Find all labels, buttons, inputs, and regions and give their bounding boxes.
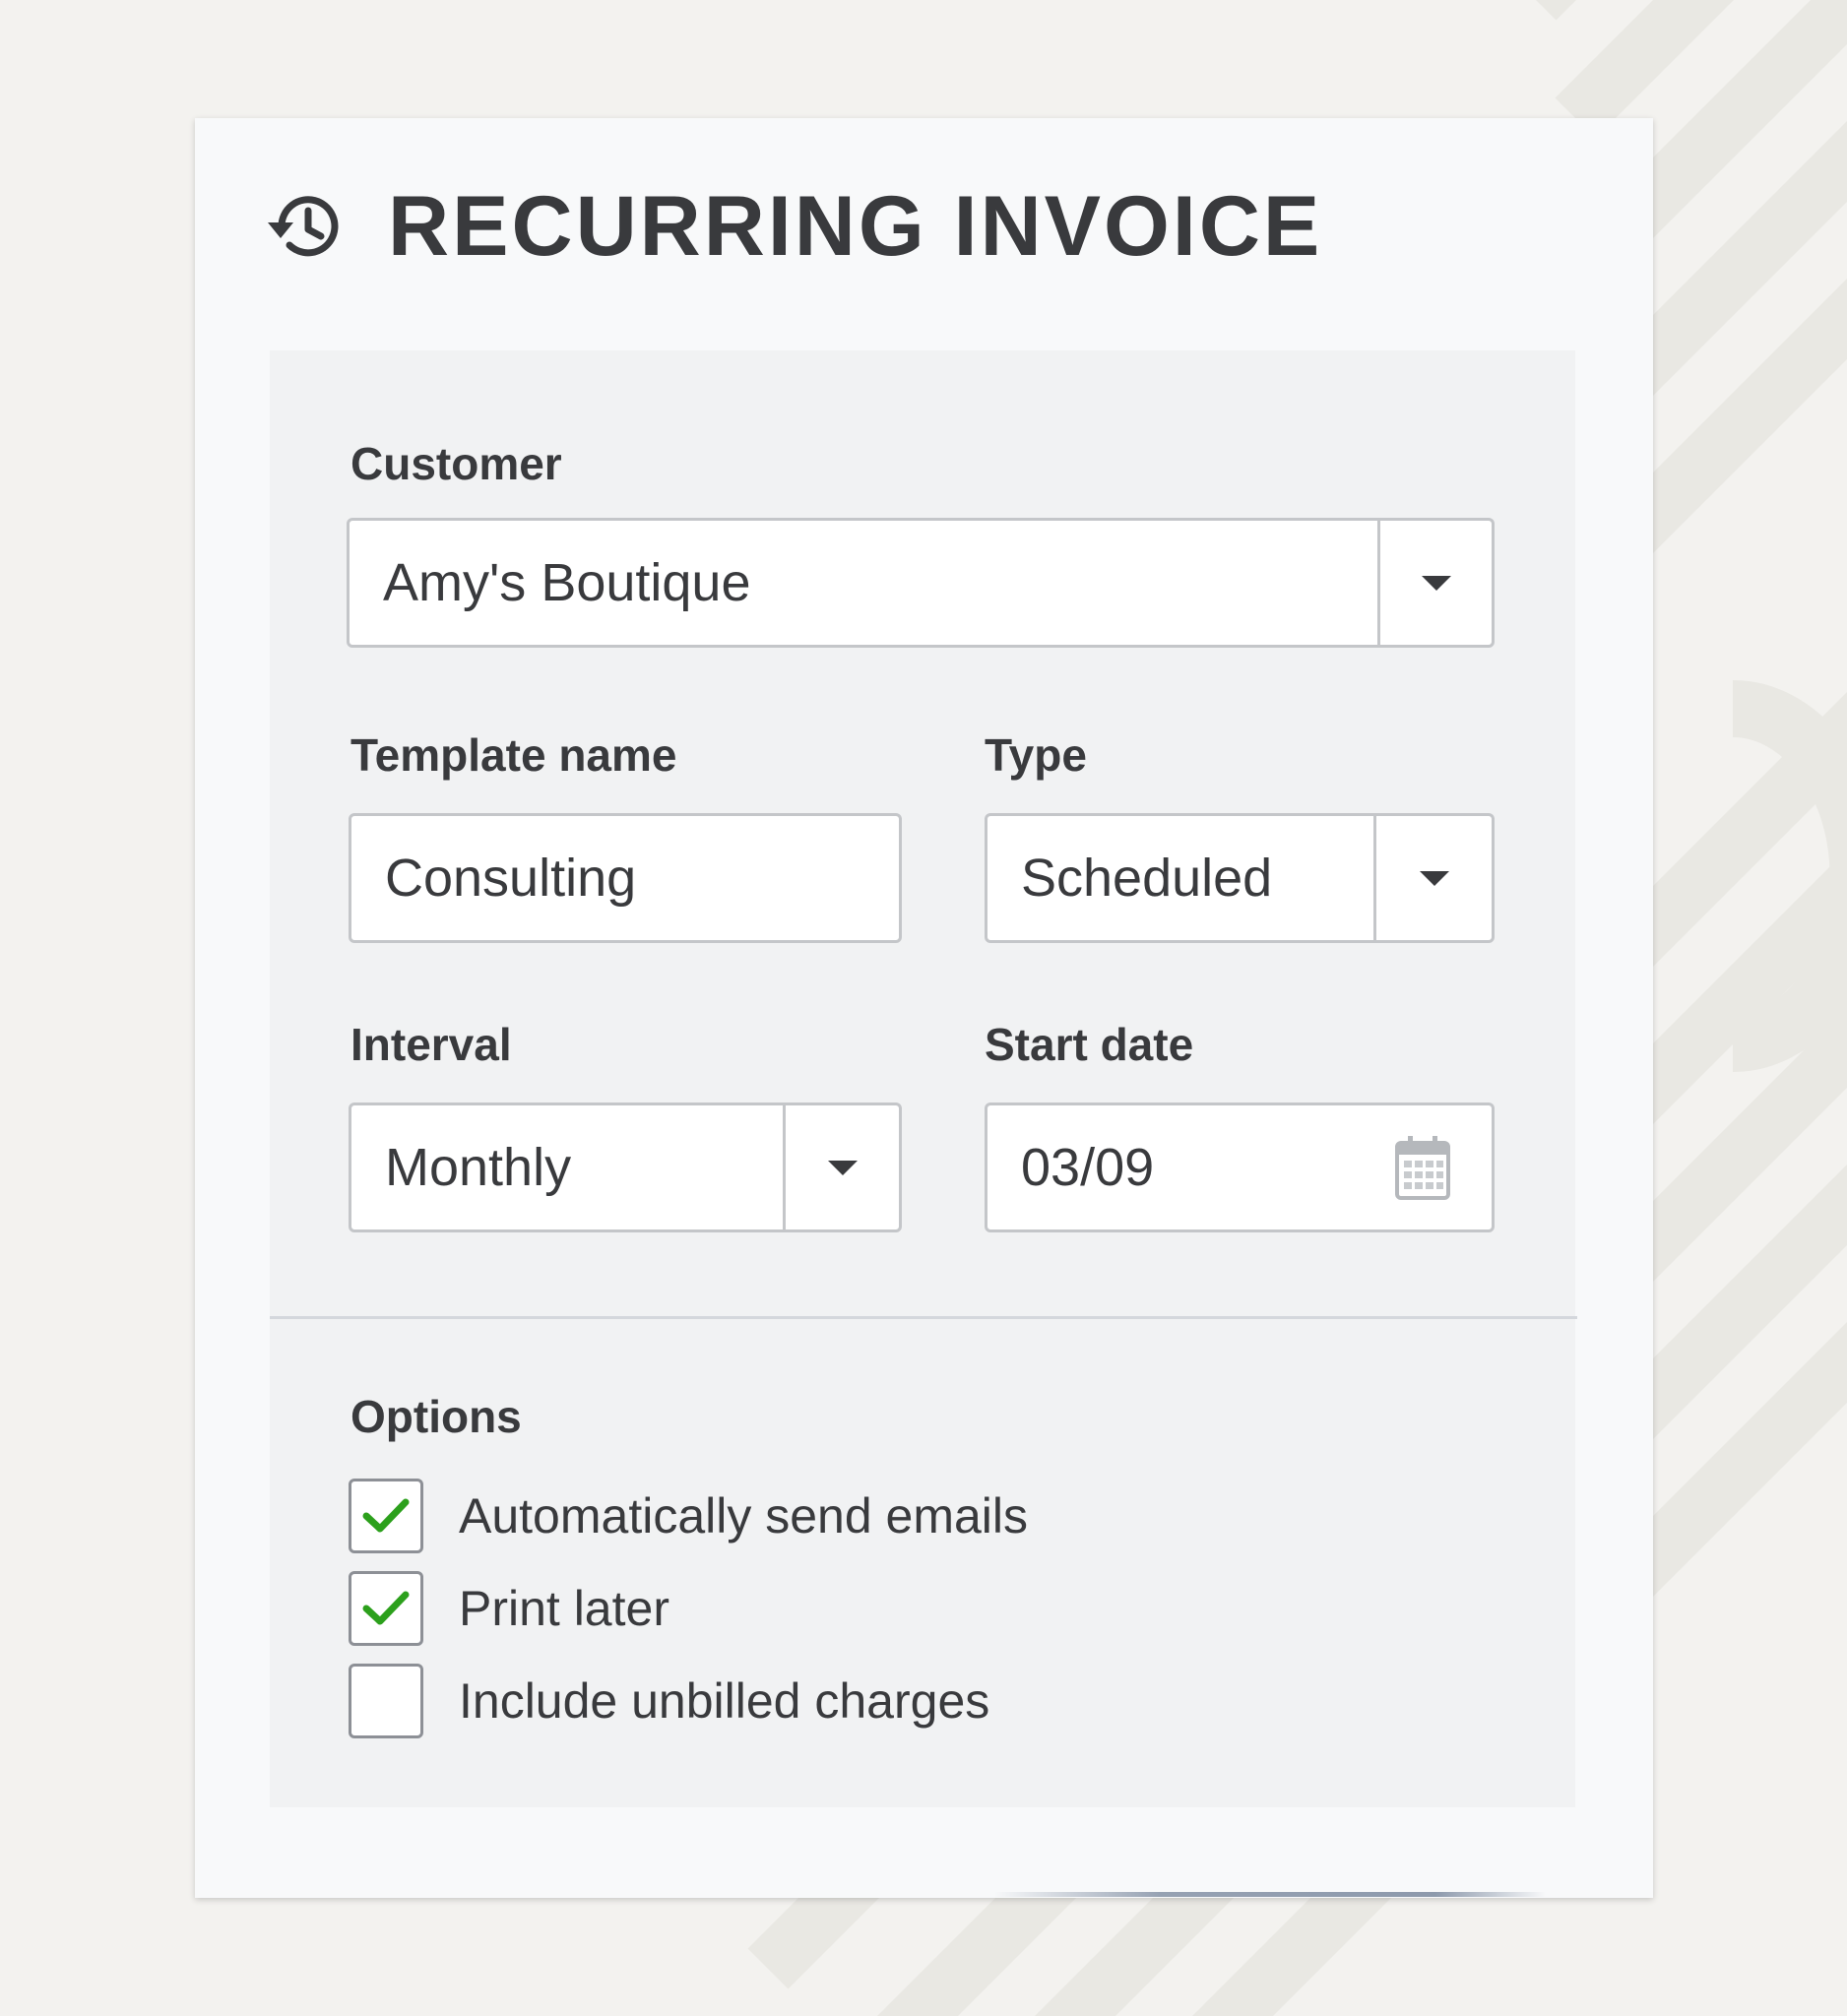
template-name-value: Consulting — [385, 849, 637, 908]
checkmark-icon — [362, 1498, 410, 1533]
option-auto-send-emails[interactable]: Automatically send emails — [349, 1477, 1028, 1555]
print-later-label: Print later — [459, 1581, 669, 1636]
customer-dropdown-button[interactable] — [1377, 521, 1492, 645]
print-later-checkbox[interactable] — [349, 1571, 423, 1646]
type-select[interactable]: Scheduled — [985, 813, 1495, 943]
chevron-down-icon — [827, 1160, 858, 1175]
calendar-icon[interactable] — [1393, 1133, 1452, 1202]
dialog-header: RECURRING INVOICE — [264, 177, 1322, 276]
type-value: Scheduled — [1021, 849, 1273, 908]
customer-label: Customer — [350, 438, 562, 489]
customer-value: Amy's Boutique — [383, 553, 751, 612]
page-title: RECURRING INVOICE — [388, 178, 1323, 274]
chevron-down-icon — [1419, 870, 1449, 886]
interval-select[interactable]: Monthly — [349, 1102, 902, 1232]
auto-send-emails-label: Automatically send emails — [459, 1488, 1029, 1544]
start-date-value: 03/09 — [1021, 1138, 1155, 1197]
template-name-input[interactable]: Consulting — [349, 813, 902, 943]
start-date-label: Start date — [985, 1019, 1194, 1070]
start-date-input[interactable]: 03/09 — [985, 1102, 1495, 1232]
interval-value: Monthly — [385, 1138, 572, 1197]
template-name-label: Template name — [350, 729, 677, 781]
auto-send-emails-checkbox[interactable] — [349, 1479, 423, 1553]
chevron-down-icon — [1421, 575, 1451, 591]
interval-label: Interval — [350, 1019, 512, 1070]
interval-dropdown-button[interactable] — [783, 1105, 899, 1229]
option-include-unbilled-charges[interactable]: Include unbilled charges — [349, 1662, 989, 1740]
option-print-later[interactable]: Print later — [349, 1569, 669, 1648]
section-divider — [270, 1316, 1577, 1319]
panel-bottom-edge — [994, 1892, 1546, 1897]
include-unbilled-charges-label: Include unbilled charges — [459, 1673, 990, 1729]
checkmark-icon — [362, 1591, 410, 1625]
history-icon — [268, 196, 339, 257]
type-dropdown-button[interactable] — [1373, 816, 1492, 940]
include-unbilled-charges-checkbox[interactable] — [349, 1664, 423, 1738]
customer-select[interactable]: Amy's Boutique — [347, 518, 1495, 648]
options-label: Options — [350, 1391, 522, 1442]
type-label: Type — [985, 729, 1087, 781]
